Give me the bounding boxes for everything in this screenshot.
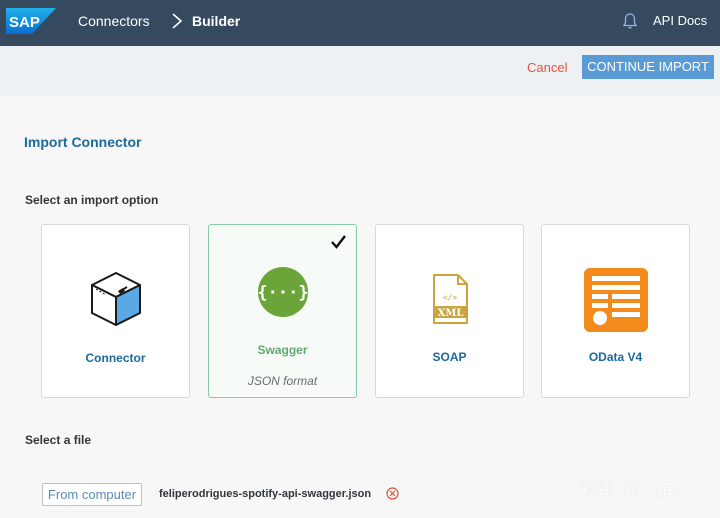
api-docs-link[interactable]: API Docs [653, 13, 707, 28]
bell-icon[interactable] [622, 12, 638, 30]
action-bar: Cancel CONTINUE IMPORT [0, 46, 720, 96]
selected-file-name: feliperodrigues-spotify-api-swagger.json [159, 488, 372, 500]
import-option-label: Select an import option [25, 193, 159, 207]
svg-text:XML: XML [437, 308, 463, 319]
option-card-swagger[interactable]: {···} Swagger JSON format [208, 224, 357, 398]
breadcrumb-connectors[interactable]: Connectors [78, 13, 150, 29]
from-computer-button[interactable]: From computer [42, 483, 142, 506]
continue-import-button[interactable]: CONTINUE IMPORT [582, 55, 714, 79]
sap-logo-text: SAP [9, 14, 40, 31]
svg-text:{···}: {···} [257, 283, 308, 303]
xml-file-icon: </> XML [376, 273, 523, 325]
option-card-soap[interactable]: </> XML SOAP [375, 224, 524, 398]
watermark: 知乎 @PAFA [580, 480, 684, 500]
breadcrumb-builder: Builder [192, 13, 241, 29]
checkmark-icon [331, 235, 346, 249]
sap-logo[interactable]: SAP [6, 8, 56, 34]
odata-icon [542, 267, 689, 333]
main-content: Import Connector Select an import option… [0, 96, 720, 518]
option-card-odata[interactable]: OData V4 [541, 224, 690, 398]
cube-icon [42, 269, 189, 329]
card-sublabel: JSON format [247, 374, 318, 388]
top-header: SAP Connectors Builder API Docs [0, 0, 720, 46]
card-label: OData V4 [588, 350, 643, 364]
remove-file-icon[interactable] [386, 487, 399, 500]
option-card-connector[interactable]: Connector [41, 224, 190, 398]
swagger-icon: {···} [209, 265, 356, 319]
cancel-button[interactable]: Cancel [527, 60, 567, 75]
card-label: Swagger [257, 343, 308, 357]
svg-text:</>: </> [442, 293, 457, 302]
file-label: Select a file [25, 433, 92, 447]
card-label: SOAP [432, 350, 467, 364]
page-title: Import Connector [24, 134, 142, 150]
chevron-right-icon [172, 13, 183, 29]
card-label: Connector [85, 351, 146, 365]
